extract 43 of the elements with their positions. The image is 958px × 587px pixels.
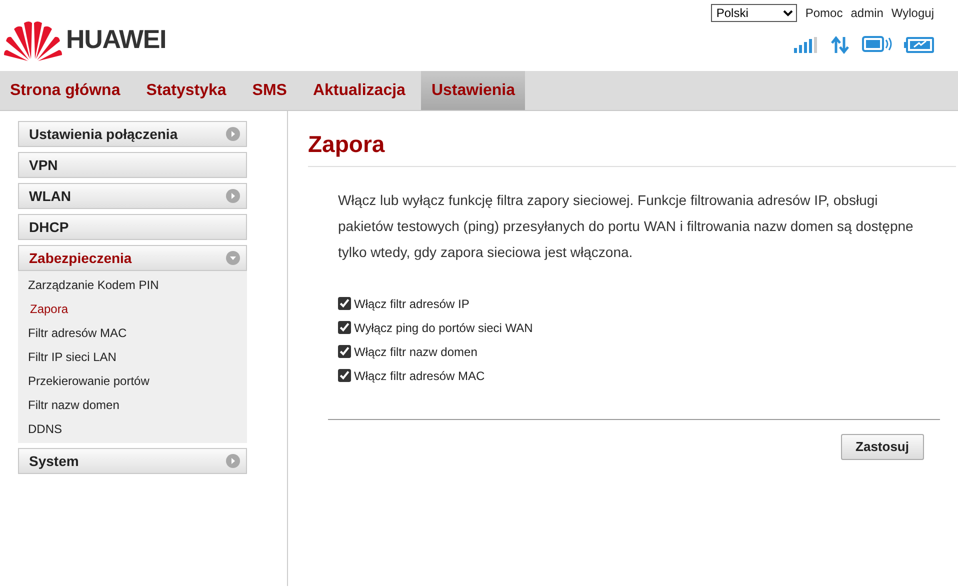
header-link[interactable]: Wyloguj [891,4,934,22]
nav-tab[interactable]: Aktualizacja [302,71,416,110]
nav-tab[interactable]: SMS [242,71,297,110]
logo-text: HUAWEI [66,23,166,56]
chevron-right-icon [226,127,240,141]
header-link[interactable]: admin [850,4,884,22]
checkbox-label: Włącz filtr adresów MAC [354,368,485,384]
nav-tab[interactable]: Ustawienia [421,71,526,110]
battery-icon [904,36,934,54]
submenu-item[interactable]: Filtr nazw domen [18,393,247,417]
checkbox-label: Włącz filtr adresów IP [354,296,470,312]
sidebar-item[interactable]: Ustawienia połączenia [18,121,247,147]
submenu-item[interactable]: Filtr IP sieci LAN [18,345,247,369]
submenu-item[interactable]: Filtr adresów MAC [18,321,247,345]
apply-button[interactable]: Zastosuj [840,434,924,460]
chevron-right-icon [226,454,240,468]
sidebar-item[interactable]: VPN [18,152,247,178]
submenu-item[interactable]: Przekierowanie portów [18,369,247,393]
nav-tab[interactable]: Strona główna [0,71,130,110]
header-link[interactable]: Pomoc [805,4,843,22]
language-select[interactable]: Polski [711,4,798,22]
logo-icon [4,18,62,60]
data-transfer-icon [830,36,850,54]
submenu-item[interactable]: Zapora [18,297,247,321]
checkbox[interactable] [338,369,351,382]
submenu-item[interactable]: Zarządzanie Kodem PIN [18,273,247,297]
chevron-right-icon [226,189,240,203]
page-title: Zapora [308,130,386,159]
checkbox[interactable] [338,297,351,310]
sidebar-item[interactable]: DHCP [18,214,247,240]
submenu-item[interactable]: DDNS [18,417,247,441]
nav-tab[interactable]: Statystyka [136,71,236,110]
checkbox-label: Wyłącz ping do portów sieci WAN [354,320,533,336]
checkbox[interactable] [338,321,351,334]
chevron-down-icon [226,251,240,265]
checkbox-label: Włącz filtr nazw domen [354,344,478,360]
sidebar-item[interactable]: Zabezpieczenia [18,245,247,271]
description-text: Włącz lub wyłącz funkcję filtra zapory sieciowej. Funkcje filtrowania adresów IP, obsługi pakietów testowych (ping) przesyłanych do portu WAN i filtrowania nazw domen są dostępne tylko wtedy, gdy zapora sieciowa jest włączona. [338,190,914,262]
signal-icon [794,37,818,53]
sidebar-item[interactable]: System [18,448,247,474]
checkbox[interactable] [338,345,351,358]
sidebar-item[interactable]: WLAN [18,183,247,209]
network-mode-icon [862,36,892,54]
